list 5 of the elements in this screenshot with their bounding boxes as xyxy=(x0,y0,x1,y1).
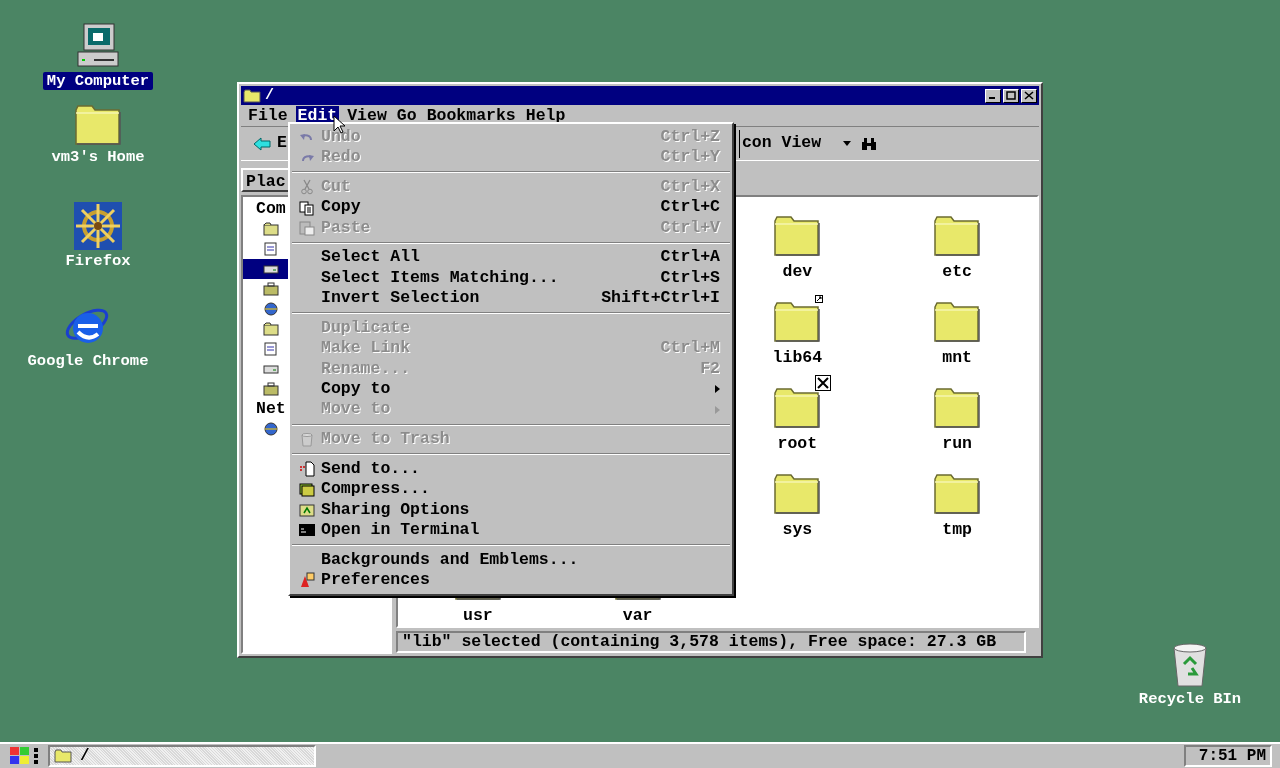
clock: 7:51 PM xyxy=(1184,745,1272,767)
sidebar-heading: Net xyxy=(256,397,286,420)
status-bar: "lib" selected (containing 3,578 items), Free space: 27.3 GB xyxy=(396,631,1026,653)
window-title: / xyxy=(265,87,274,104)
sidebar-heading: Com xyxy=(256,197,286,220)
